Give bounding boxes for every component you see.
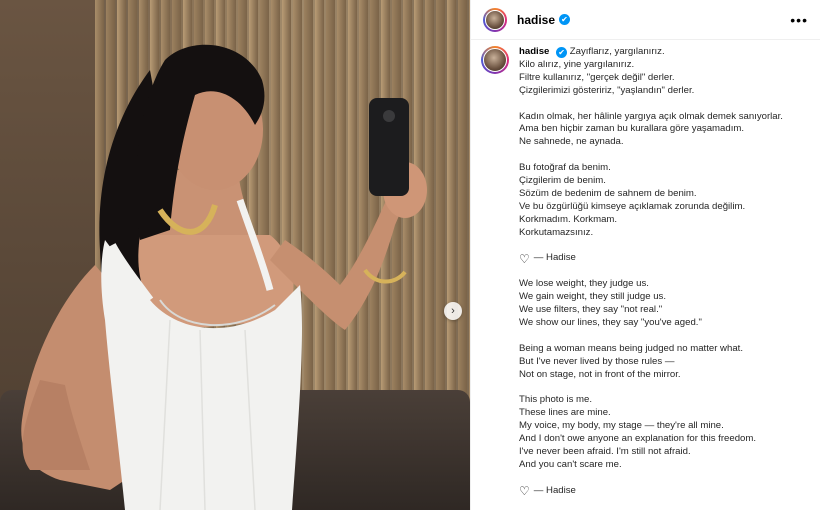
caption-line: Being a woman means being judged no matt… (519, 342, 743, 354)
verified-badge-icon: ✔ (559, 14, 571, 25)
caption-line: Kilo alırız, yine yargılanırız. (519, 58, 635, 70)
signature-text: — Hadise (533, 252, 576, 264)
caption-line: Korkmadım. Korkmam. (519, 213, 618, 225)
caption-line: We show our lines, they say "you've aged… (519, 316, 702, 328)
signature-text: — Hadise (533, 484, 576, 496)
chevron-right-icon: › (451, 305, 455, 317)
post-photo[interactable]: › (0, 0, 470, 510)
caption-line: Not on stage, not in front of the mirror… (519, 368, 681, 380)
post-header: hadise ✔ ••• (471, 0, 820, 40)
caption-text: hadise ✔ Zayıflarız, yargılanırız. Kilo … (519, 46, 783, 498)
caption-line: Bu fotoğraf da benim. (519, 162, 611, 174)
caption-line: Ama ben hiçbir zaman bu kurallara göre y… (519, 123, 745, 135)
caption-line: We use filters, they say "not real." (519, 304, 663, 316)
caption-line: Çizgilerimizi gösteririz, "yaşlandın" de… (519, 84, 695, 96)
verified-badge-icon: ✔ (556, 47, 568, 58)
caption-line: We lose weight, they judge us. (519, 278, 649, 290)
caption-line: I've never been afraid. I'm still not af… (519, 446, 691, 457)
avatar[interactable] (483, 7, 507, 32)
caption-line: Kadın olmak, her hâlinle yargıya açık ol… (519, 110, 783, 122)
heart-icon: ♡ (519, 251, 530, 266)
caption-line: Korkutamazsınız. (519, 226, 594, 238)
caption-line: Ve bu özgürlüğü kimseye açıklamak zorund… (519, 200, 746, 212)
caption-line: This photo is me. (519, 394, 593, 406)
caption-line: And you can't scare me. (519, 458, 622, 470)
username-link[interactable]: hadise (517, 13, 555, 27)
caption-line: But I've never lived by those rules — (519, 355, 675, 367)
caption-line: Sözüm de bedenim de sahnem de benim. (519, 187, 697, 199)
caption-line: Filtre kullanırız, "gerçek değil" derler… (519, 71, 675, 83)
more-options-icon[interactable]: ••• (790, 12, 808, 28)
heart-icon: ♡ (519, 484, 530, 499)
signature-tr: ♡ — Hadise (519, 252, 783, 265)
caption-line: Çizgilerim de benim. (519, 175, 606, 187)
caption-line: My voice, my body, my stage — they're al… (519, 420, 724, 432)
caption-line: We gain weight, they still judge us. (519, 291, 667, 303)
caption-line: And I don't owe anyone an explanation fo… (519, 433, 757, 445)
caption-first-line: Zayıflarız, yargılanırız. (569, 46, 665, 57)
caption-username-link[interactable]: hadise (519, 46, 549, 57)
woman-taking-mirror-selfie (21, 44, 427, 510)
caption-line: Ne sahnede, ne aynada. (519, 136, 624, 148)
caption-area: hadise ✔ Zayıflarız, yargılanırız. Kilo … (481, 46, 812, 510)
carousel-next-button[interactable]: › (444, 302, 462, 320)
caption-avatar[interactable] (481, 46, 509, 74)
caption-line: These lines are mine. (519, 407, 611, 419)
signature-en: ♡ — Hadise (519, 485, 783, 498)
post-side-panel: hadise ✔ ••• hadise ✔ Zayıflarız, yargıl… (470, 0, 820, 510)
